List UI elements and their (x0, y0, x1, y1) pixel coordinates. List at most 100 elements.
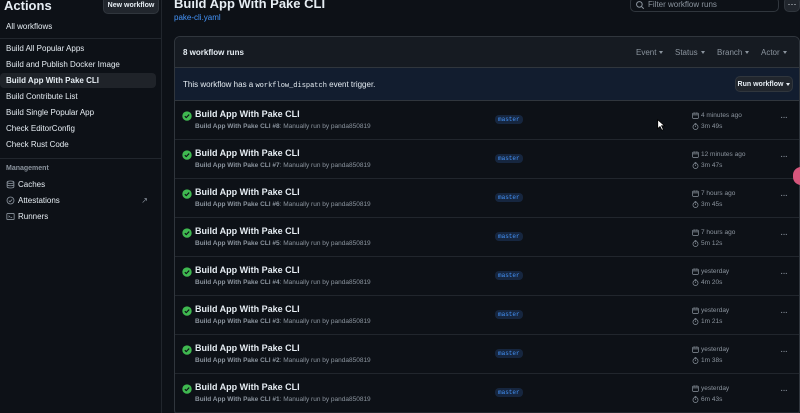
sidebar: Actions New workflow All workflows Build… (0, 0, 162, 413)
workflow-run-row[interactable]: Build App With Pake CLI Build App With Pa… (175, 218, 799, 257)
run-subtitle: Build App With Pake CLI #1: Manually run… (195, 396, 371, 403)
sidebar-divider (0, 38, 162, 39)
workflow-run-row[interactable]: Build App With Pake CLI Build App With Pa… (175, 257, 799, 296)
sidebar-item-workflow[interactable]: Build All Popular Apps (0, 41, 156, 56)
sidebar-item-caches[interactable]: Caches (0, 177, 156, 192)
new-workflow-button[interactable]: New workflow (103, 0, 159, 14)
run-menu-button[interactable]: ··· (780, 113, 788, 123)
branch-badge[interactable]: master (495, 310, 523, 319)
calendar-icon (692, 151, 699, 158)
chevron-down-icon (786, 82, 791, 86)
workflow-run-row[interactable]: Build App With Pake CLI Build App With Pa… (175, 335, 799, 374)
sidebar-item-workflow-active[interactable]: Build App With Pake CLI (0, 73, 156, 88)
branch-badge[interactable]: master (495, 115, 523, 124)
calendar-icon (692, 190, 699, 197)
calendar-icon (692, 268, 699, 275)
branch-badge[interactable]: master (495, 271, 523, 280)
run-duration-value: 1m 38s (701, 357, 723, 364)
run-number: #4 (272, 279, 280, 286)
run-title[interactable]: Build App With Pake CLI (195, 382, 300, 392)
success-check-icon (182, 267, 192, 277)
run-workflow-name: Build App With Pake CLI (195, 240, 271, 247)
run-trigger: Manually run by panda850819 (283, 279, 371, 286)
sidebar-item-all-workflows[interactable]: All workflows (0, 18, 162, 36)
workflow-run-row[interactable]: Build App With Pake CLI Build App With Pa… (175, 140, 799, 179)
run-duration: 4m 20s (692, 278, 722, 287)
filter-actor[interactable]: Actor (761, 48, 787, 57)
workflow-file-link[interactable]: pake-cli.yaml (174, 13, 221, 22)
run-menu-button[interactable]: ··· (780, 269, 788, 279)
run-number: #5 (272, 240, 280, 247)
run-title[interactable]: Build App With Pake CLI (195, 187, 300, 197)
external-link-icon: ↗ (141, 196, 148, 205)
run-when: yesterday (701, 307, 730, 314)
run-duration-value: 3m 47s (701, 162, 723, 169)
workflow-run-row[interactable]: Build App With Pake CLI Build App With Pa… (175, 296, 799, 335)
run-duration-value: 5m 12s (701, 240, 723, 247)
dispatch-suffix: event trigger. (329, 80, 376, 89)
run-workflow-name: Build App With Pake CLI (195, 123, 271, 130)
filter-label: Event (636, 48, 657, 57)
run-number: #6 (272, 201, 280, 208)
run-title[interactable]: Build App With Pake CLI (195, 226, 300, 236)
run-menu-button[interactable]: ··· (780, 230, 788, 240)
sidebar-item-workflow[interactable]: Build and Publish Docker Image (0, 57, 156, 72)
sidebar-item-workflow[interactable]: Check EditorConfig (0, 121, 156, 136)
run-menu-button[interactable]: ··· (780, 152, 788, 162)
run-menu-button[interactable]: ··· (780, 386, 788, 396)
branch-badge[interactable]: master (495, 388, 523, 397)
filter-status[interactable]: Status (675, 48, 705, 57)
filter-event[interactable]: Event (636, 48, 664, 57)
run-workflow-name: Build App With Pake CLI (195, 396, 271, 403)
branch-badge[interactable]: master (495, 193, 523, 202)
run-subtitle: Build App With Pake CLI #7: Manually run… (195, 162, 371, 169)
run-title[interactable]: Build App With Pake CLI (195, 265, 300, 275)
run-title[interactable]: Build App With Pake CLI (195, 109, 300, 119)
run-number: #1 (272, 396, 280, 403)
run-workflow-name: Build App With Pake CLI (195, 318, 271, 325)
mouse-cursor-icon (657, 119, 666, 131)
chevron-down-icon (745, 51, 750, 54)
more-options-button[interactable]: ··· (784, 0, 800, 12)
run-workflow-name: Build App With Pake CLI (195, 201, 271, 208)
workflow-run-row[interactable]: Build App With Pake CLI Build App With Pa… (175, 179, 799, 218)
run-duration-value: 6m 43s (701, 396, 723, 403)
run-title[interactable]: Build App With Pake CLI (195, 304, 300, 314)
run-workflow-name: Build App With Pake CLI (195, 357, 271, 364)
sidebar-item-workflow[interactable]: Build Single Popular App (0, 105, 156, 120)
run-subtitle: Build App With Pake CLI #5: Manually run… (195, 240, 371, 247)
success-check-icon (182, 111, 192, 121)
run-title[interactable]: Build App With Pake CLI (195, 148, 300, 158)
search-box[interactable] (630, 0, 779, 12)
run-number: #2 (272, 357, 280, 364)
sidebar-item-workflow[interactable]: Check Rust Code (0, 137, 156, 152)
run-when: yesterday (701, 268, 730, 275)
run-menu-button[interactable]: ··· (780, 191, 788, 201)
stopwatch-icon (692, 396, 699, 403)
run-duration-value: 3m 49s (701, 123, 723, 130)
run-timestamp: yesterday (692, 267, 729, 276)
run-workflow-button[interactable]: Run workflow (735, 76, 793, 92)
run-menu-button[interactable]: ··· (780, 347, 788, 357)
run-duration-value: 4m 20s (701, 279, 723, 286)
branch-badge[interactable]: master (495, 349, 523, 358)
run-menu-button[interactable]: ··· (780, 308, 788, 318)
sidebar-item-runners[interactable]: Runners (0, 209, 156, 224)
run-duration: 1m 21s (692, 317, 722, 326)
stopwatch-icon (692, 279, 699, 286)
workflow-run-row[interactable]: Build App With Pake CLI Build App With Pa… (175, 101, 799, 140)
success-check-icon (182, 306, 192, 316)
search-input[interactable] (648, 0, 776, 11)
run-when: yesterday (701, 346, 730, 353)
branch-badge[interactable]: master (495, 154, 523, 163)
sidebar-item-workflow[interactable]: Build Contribute List (0, 89, 156, 104)
branch-badge[interactable]: master (495, 232, 523, 241)
workflow-run-row[interactable]: Build App With Pake CLI Build App With Pa… (175, 374, 799, 413)
run-duration-value: 3m 45s (701, 201, 723, 208)
sidebar-item-attestations[interactable]: Attestations ↗ (0, 193, 156, 208)
filter-branch[interactable]: Branch (717, 48, 750, 57)
avatar (793, 167, 800, 185)
filter-label: Branch (717, 48, 743, 57)
run-subtitle: Build App With Pake CLI #2: Manually run… (195, 357, 371, 364)
run-title[interactable]: Build App With Pake CLI (195, 343, 300, 353)
